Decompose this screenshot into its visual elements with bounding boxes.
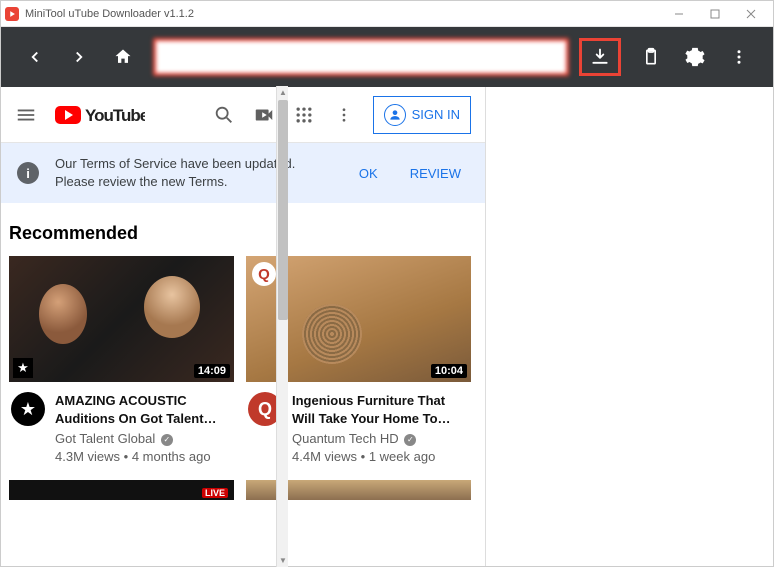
youtube-logo[interactable]: YouTube — [55, 104, 145, 126]
video-card: ★ 14:09 ★ AMAZING ACOUSTIC Auditions On … — [9, 256, 234, 465]
video-stats: 4.3M views • 4 months ago — [55, 448, 232, 466]
verified-icon: ✓ — [404, 434, 416, 446]
video-duration: 14:09 — [194, 364, 230, 378]
account-icon — [384, 104, 406, 126]
close-button[interactable] — [733, 2, 769, 26]
settings-button[interactable] — [675, 37, 715, 77]
channel-avatar[interactable]: ★ — [11, 392, 45, 426]
back-button[interactable] — [15, 37, 55, 77]
more-button[interactable] — [719, 37, 759, 77]
live-badge: LIVE — [202, 488, 228, 498]
video-channel[interactable]: Got Talent Global ✓ — [55, 430, 232, 448]
scrollbar[interactable]: ▲ ▼ — [276, 86, 288, 567]
terms-of-service-notice: i Our Terms of Service have been updated… — [1, 143, 485, 203]
tos-review-button[interactable]: REVIEW — [402, 160, 469, 187]
scroll-down-arrow-icon[interactable]: ▼ — [277, 554, 289, 567]
window-title: MiniTool uTube Downloader v1.1.2 — [25, 8, 661, 20]
video-title[interactable]: Ingenious Furniture That Will Take Your … — [292, 392, 469, 427]
app-toolbar — [1, 27, 773, 87]
yt-more-icon[interactable] — [333, 104, 355, 126]
recommended-heading: Recommended — [1, 203, 485, 256]
verified-icon: ✓ — [161, 434, 173, 446]
video-title[interactable]: AMAZING ACOUSTIC Auditions On Got Talent… — [55, 392, 232, 427]
forward-button[interactable] — [59, 37, 99, 77]
hamburger-icon[interactable] — [15, 104, 37, 126]
scrollbar-thumb[interactable] — [278, 100, 288, 320]
video-stats: 4.4M views • 1 week ago — [292, 448, 469, 466]
info-icon: i — [17, 162, 39, 184]
maximize-button[interactable] — [697, 2, 733, 26]
search-icon[interactable] — [213, 104, 235, 126]
video-thumbnail[interactable]: LIVE — [9, 480, 234, 500]
svg-text:YouTube: YouTube — [85, 106, 145, 125]
tos-text: Our Terms of Service have been updated. … — [55, 155, 335, 191]
url-input[interactable] — [153, 38, 569, 76]
clipboard-button[interactable] — [631, 37, 671, 77]
create-video-icon[interactable] — [253, 104, 275, 126]
star-badge-icon: ★ — [13, 358, 33, 378]
download-button[interactable] — [579, 38, 621, 76]
video-duration: 10:04 — [431, 364, 467, 378]
video-grid: ★ 14:09 ★ AMAZING ACOUSTIC Auditions On … — [1, 256, 485, 465]
right-pane — [486, 87, 773, 566]
sign-in-label: SIGN IN — [412, 107, 460, 122]
scroll-up-arrow-icon[interactable]: ▲ — [277, 86, 289, 99]
content-area: YouTube SIGN IN i Our Terms of Service h… — [1, 87, 773, 566]
tos-ok-button[interactable]: OK — [351, 160, 386, 187]
browser-pane: YouTube SIGN IN i Our Terms of Service h… — [1, 87, 486, 566]
video-grid-row: LIVE — [1, 466, 485, 500]
apps-icon[interactable] — [293, 104, 315, 126]
sign-in-button[interactable]: SIGN IN — [373, 96, 471, 134]
youtube-header: YouTube SIGN IN — [1, 87, 485, 143]
title-bar: MiniTool uTube Downloader v1.1.2 — [1, 1, 773, 27]
app-icon — [5, 7, 19, 21]
video-channel[interactable]: Quantum Tech HD ✓ — [292, 430, 469, 448]
channel-badge-icon: Q — [252, 262, 276, 286]
minimize-button[interactable] — [661, 2, 697, 26]
video-thumbnail[interactable]: ★ 14:09 — [9, 256, 234, 382]
home-button[interactable] — [103, 37, 143, 77]
